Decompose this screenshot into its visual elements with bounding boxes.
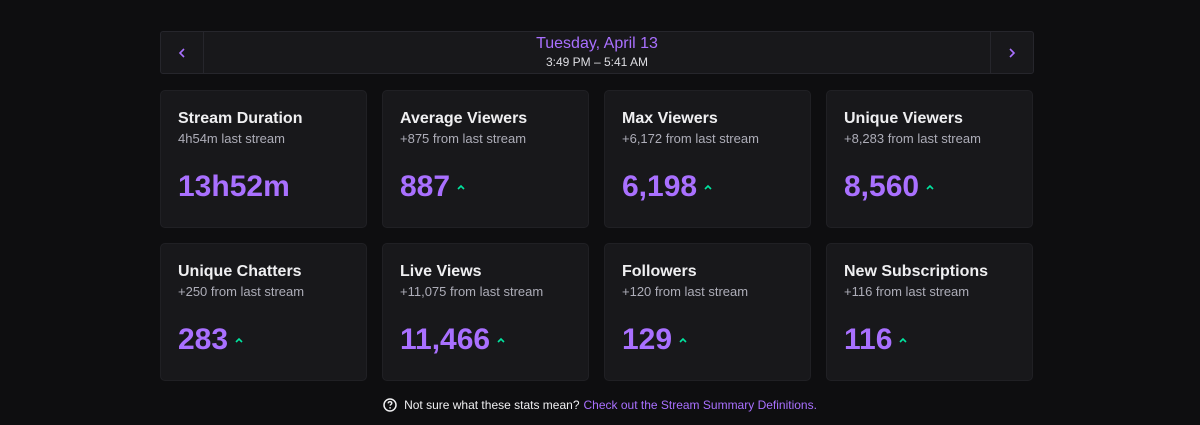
chevron-left-icon [178,47,185,58]
stat-value: 8,560 [844,170,920,203]
stat-comparison: +875 from last stream [400,131,527,146]
help-text: Not sure what these stats mean? [404,398,580,412]
stat-card-stream-duration: Stream Duration 4h54m last stream 13h52m [160,90,367,228]
trend-up-icon [456,183,465,192]
stat-card-average-viewers: Average Viewers +875 from last stream 88… [382,90,589,228]
help-circle-icon [383,398,397,412]
stat-title: Stream Duration [178,110,303,127]
date-navigator: Tuesday, April 13 3:49 PM – 5:41 AM [160,31,1034,74]
stat-comparison: +11,075 from last stream [400,284,544,299]
definitions-link[interactable]: Check out the Stream Summary Definitions… [584,397,817,413]
stat-title: Unique Chatters [178,263,302,280]
trend-up-icon [678,336,687,345]
stats-grid: Stream Duration 4h54m last stream 13h52m… [160,90,1034,381]
trend-up-icon [234,336,243,345]
stat-title: Average Viewers [400,110,528,127]
stat-value: 6,198 [622,170,698,203]
stat-value: 283 [178,323,229,356]
stat-card-live-views: Live Views +11,075 from last stream 11,4… [382,243,589,381]
stat-card-max-viewers: Max Viewers +6,172 from last stream 6,19… [604,90,811,228]
stat-value: 11,466 [400,323,491,356]
stat-title: New Subscriptions [844,263,989,280]
stat-title: Unique Viewers [844,110,963,127]
stat-value: 13h52m [178,170,290,203]
previous-stream-button[interactable] [161,32,204,73]
stream-summary: Tuesday, April 13 3:49 PM – 5:41 AM Stre… [160,31,1034,381]
trend-up-icon [925,183,934,192]
stat-value: 887 [400,170,451,203]
trend-up-icon [703,183,712,192]
stat-comparison: +8,283 from last stream [844,131,981,146]
next-stream-button[interactable] [990,32,1033,73]
stat-comparison: 4h54m last stream [178,131,285,146]
stats-help-footer: Not sure what these stats mean? Check ou… [0,397,1200,413]
date-display: Tuesday, April 13 3:49 PM – 5:41 AM [204,32,990,73]
chevron-right-icon [1009,47,1016,58]
stream-date: Tuesday, April 13 [536,35,658,52]
stat-comparison: +250 from last stream [178,284,305,299]
stat-card-new-subscriptions: New Subscriptions +116 from last stream … [826,243,1033,381]
stat-comparison: +120 from last stream [622,284,749,299]
stat-title: Followers [622,263,697,280]
trend-up-icon [496,336,505,345]
stat-comparison: +116 from last stream [844,284,970,299]
stat-title: Max Viewers [622,110,718,127]
trend-up-icon [898,336,907,345]
stat-card-unique-chatters: Unique Chatters +250 from last stream 28… [160,243,367,381]
stat-value: 129 [622,323,673,356]
stat-card-followers: Followers +120 from last stream 129 [604,243,811,381]
stat-value: 116 [844,323,893,356]
stat-title: Live Views [400,263,482,280]
stream-time-range: 3:49 PM – 5:41 AM [545,55,649,69]
stat-card-unique-viewers: Unique Viewers +8,283 from last stream 8… [826,90,1033,228]
stat-comparison: +6,172 from last stream [622,131,759,146]
